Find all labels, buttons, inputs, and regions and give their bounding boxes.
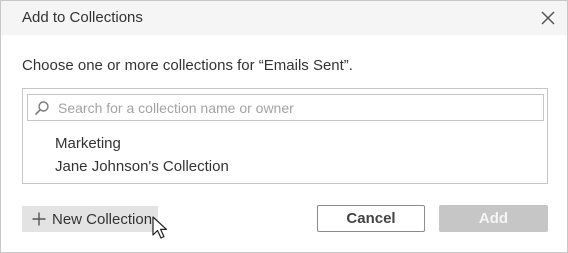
plus-icon — [32, 212, 46, 226]
close-button[interactable] — [537, 7, 559, 29]
collection-item-jane-johnson[interactable]: Jane Johnson's Collection — [55, 156, 229, 179]
new-collection-label: New Collection — [52, 210, 153, 228]
close-icon — [541, 11, 555, 25]
search-input[interactable] — [58, 97, 528, 118]
collection-list: Marketing Jane Johnson's Collection — [55, 133, 229, 179]
new-collection-button[interactable]: New Collection — [22, 206, 158, 232]
search-box[interactable] — [27, 94, 544, 121]
search-icon — [34, 101, 49, 116]
cancel-button[interactable]: Cancel — [317, 205, 425, 232]
collection-picker: Marketing Jane Johnson's Collection — [22, 88, 548, 184]
mouse-cursor-icon — [152, 216, 168, 239]
dialog-prompt: Choose one or more collections for “Emai… — [22, 57, 353, 74]
collection-item-marketing[interactable]: Marketing — [55, 133, 229, 156]
add-to-collections-dialog: Add to Collections Choose one or more co… — [0, 0, 568, 253]
dialog-titlebar: Add to Collections — [1, 1, 567, 35]
dialog-title: Add to Collections — [22, 9, 143, 26]
add-button[interactable]: Add — [439, 205, 548, 232]
